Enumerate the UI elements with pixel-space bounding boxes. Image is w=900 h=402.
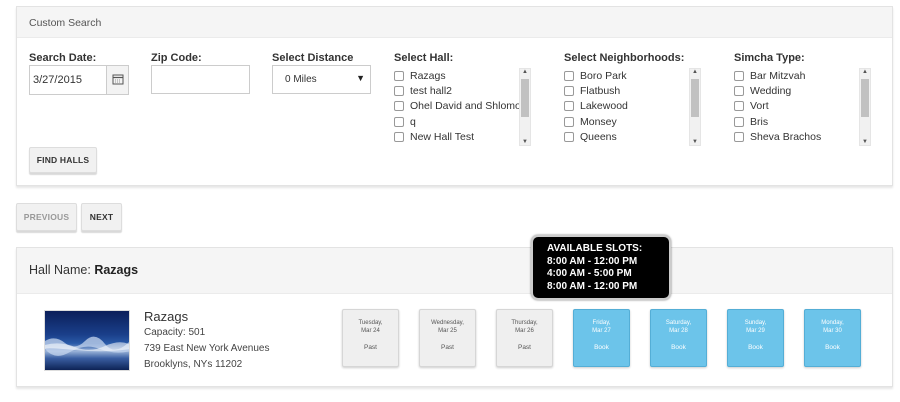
- scroll-down-icon[interactable]: ▼: [862, 139, 868, 145]
- book-button[interactable]: Book: [651, 344, 706, 351]
- book-button[interactable]: Book: [728, 344, 783, 351]
- hall-capacity: Capacity: 501: [144, 327, 206, 338]
- day-sunday-mar-29[interactable]: Sunday, Mar 29 Book: [727, 309, 784, 367]
- distance-selected-value: 0 Miles: [285, 74, 317, 85]
- neighborhood-option[interactable]: Lakewood: [564, 99, 704, 114]
- scrollbar-thumb[interactable]: [521, 79, 529, 117]
- calendar-button[interactable]: [106, 65, 129, 95]
- day-wednesday-mar-25[interactable]: Wednesday, Mar 25 Past: [419, 309, 476, 367]
- simcha-checklist: Bar Mitzvah Wedding Vort Bris Sheva Brac…: [734, 68, 874, 148]
- hall-option[interactable]: New Hall Test: [394, 130, 534, 145]
- custom-search-panel: Custom Search Search Date: 3/27/2015 Zip…: [16, 6, 893, 186]
- search-date-value: 3/27/2015: [33, 74, 82, 86]
- hall-option[interactable]: q: [394, 114, 534, 129]
- select-hall-label: Select Hall:: [394, 52, 454, 64]
- day-status: Past: [517, 344, 531, 351]
- scroll-down-icon[interactable]: ▼: [522, 139, 528, 145]
- hall-address-line1: 739 East New York Avenues: [144, 343, 270, 354]
- tooltip-slot: 4:00 AM - 5:00 PM: [547, 268, 632, 279]
- neighborhood-checklist: Boro Park Flatbush Lakewood Monsey Queen…: [564, 68, 704, 148]
- checkbox[interactable]: [394, 86, 404, 97]
- checkbox[interactable]: [734, 70, 744, 81]
- checkbox[interactable]: [394, 116, 404, 127]
- hall-name-header: Razags: [94, 263, 139, 277]
- simcha-list-scrollbar[interactable]: ▲ ▼: [859, 68, 871, 146]
- hall-title: Razags: [144, 309, 189, 324]
- checkbox[interactable]: [564, 132, 574, 143]
- simcha-type-label: Simcha Type:: [734, 52, 805, 64]
- checkbox[interactable]: [734, 116, 744, 127]
- scroll-down-icon[interactable]: ▼: [692, 139, 698, 145]
- distance-select[interactable]: 0 Miles ▼: [272, 65, 371, 94]
- day-status: Past: [363, 344, 377, 351]
- scrollbar-thumb[interactable]: [691, 79, 699, 117]
- hall-name-prefix: Hall Name:: [29, 263, 91, 277]
- hall-panel: Hall Name: Razags Razags Capacity: 501 7…: [16, 247, 893, 387]
- calendar-icon: [112, 74, 124, 85]
- simcha-option[interactable]: Wedding: [734, 83, 874, 98]
- checkbox[interactable]: [734, 86, 744, 97]
- caret-down-icon: ▼: [356, 73, 365, 83]
- previous-button[interactable]: PREVIOUS: [16, 203, 77, 231]
- checkbox[interactable]: [394, 101, 404, 112]
- hall-list-scrollbar[interactable]: ▲ ▼: [519, 68, 531, 146]
- zip-code-input[interactable]: [151, 65, 250, 94]
- day-saturday-mar-28[interactable]: Saturday, Mar 28 Book: [650, 309, 707, 367]
- checkbox[interactable]: [564, 70, 574, 81]
- find-halls-button[interactable]: FIND HALLS: [29, 147, 97, 173]
- checkbox[interactable]: [734, 132, 744, 143]
- available-slots-tooltip: AVAILABLE SLOTS: 8:00 AM - 12:00 PM 4:00…: [531, 235, 671, 300]
- custom-search-title: Custom Search: [17, 7, 892, 38]
- day-thursday-mar-26[interactable]: Thursday, Mar 26 Past: [496, 309, 553, 367]
- scrollbar-thumb[interactable]: [861, 79, 869, 117]
- neighborhood-list-scrollbar[interactable]: ▲ ▼: [689, 68, 701, 146]
- neighborhood-option[interactable]: Boro Park: [564, 68, 704, 83]
- tooltip-slot: 8:00 AM - 12:00 PM: [547, 280, 638, 292]
- checkbox[interactable]: [564, 86, 574, 97]
- simcha-option[interactable]: Sheva Brachos: [734, 130, 874, 145]
- scroll-up-icon[interactable]: ▲: [862, 69, 868, 75]
- book-button[interactable]: Book: [805, 344, 860, 351]
- zip-code-label: Zip Code:: [151, 52, 202, 64]
- day-tuesday-mar-24[interactable]: Tuesday, Mar 24 Past: [342, 309, 399, 367]
- checkbox[interactable]: [394, 132, 404, 143]
- next-button[interactable]: NEXT: [81, 203, 122, 231]
- select-distance-label: Select Distance: [272, 52, 354, 64]
- hall-address-line2: Brooklyns, NYs 11202: [144, 359, 243, 370]
- select-neighborhoods-label: Select Neighborhoods:: [564, 52, 685, 64]
- day-monday-mar-30[interactable]: Monday, Mar 30 Book: [804, 309, 861, 367]
- neighborhood-option[interactable]: Queens: [564, 130, 704, 145]
- checkbox[interactable]: [734, 101, 744, 112]
- simcha-option[interactable]: Vort: [734, 99, 874, 114]
- hall-panel-header: Hall Name: Razags: [17, 248, 892, 294]
- hall-option[interactable]: Razags: [394, 68, 534, 83]
- checkbox[interactable]: [564, 116, 574, 127]
- hall-checklist: Razags test hall2 Ohel David and Shlomo …: [394, 68, 534, 148]
- hall-photo-image: [45, 336, 129, 356]
- search-date-input[interactable]: 3/27/2015: [29, 65, 129, 95]
- tooltip-slot: 8:00 AM - 12:00 PM: [547, 255, 638, 267]
- hall-option[interactable]: test hall2: [394, 83, 534, 98]
- hall-photo[interactable]: [44, 310, 130, 371]
- neighborhood-option[interactable]: Monsey: [564, 114, 704, 129]
- day-friday-mar-27[interactable]: Friday, Mar 27 Book: [573, 309, 630, 367]
- day-status: Past: [440, 344, 454, 351]
- scroll-up-icon[interactable]: ▲: [692, 69, 698, 75]
- scroll-up-icon[interactable]: ▲: [522, 69, 528, 75]
- checkbox[interactable]: [394, 70, 404, 81]
- simcha-option[interactable]: Bar Mitzvah: [734, 68, 874, 83]
- book-button[interactable]: Book: [574, 344, 629, 351]
- simcha-option[interactable]: Bris: [734, 114, 874, 129]
- neighborhood-option[interactable]: Flatbush: [564, 83, 704, 98]
- search-date-label: Search Date:: [29, 52, 97, 64]
- checkbox[interactable]: [564, 101, 574, 112]
- hall-option[interactable]: Ohel David and Shlomo: [394, 99, 534, 114]
- tooltip-title: AVAILABLE SLOTS:: [547, 243, 643, 254]
